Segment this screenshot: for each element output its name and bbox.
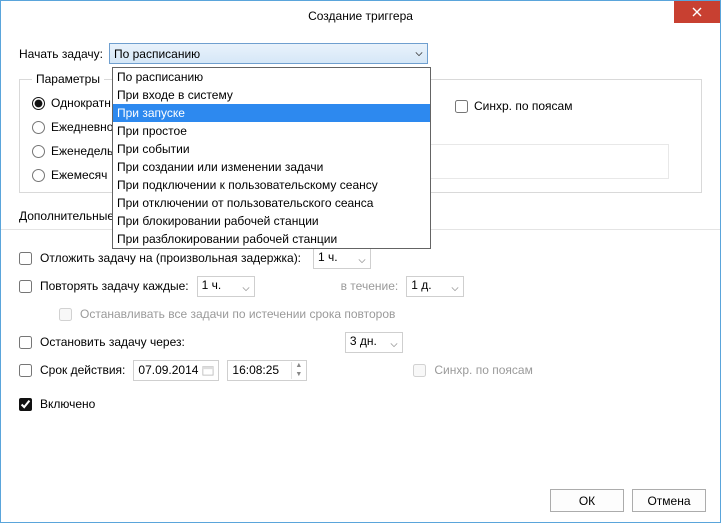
delay-select[interactable]: 1 ч. (313, 248, 371, 269)
delay-value: 1 ч. (318, 250, 338, 264)
stop-all-label: Останавливать все задачи по истечении ср… (80, 307, 395, 321)
expire-time-value: 16:08:25 (232, 363, 279, 377)
repeat-select[interactable]: 1 ч. (197, 276, 255, 297)
schedule-radio-input[interactable] (32, 169, 45, 182)
chevron-down-icon (415, 47, 423, 61)
titlebar: Создание триггера (1, 1, 720, 31)
expire-time[interactable]: 16:08:25 ▲▼ (227, 360, 307, 381)
cancel-button[interactable]: Отмена (632, 489, 706, 512)
window-title: Создание триггера (308, 9, 413, 23)
enabled-checkbox[interactable] (19, 398, 32, 411)
stop-after-checkbox[interactable] (19, 336, 32, 349)
schedule-radio-input[interactable] (32, 145, 45, 158)
chevron-down-icon (358, 254, 366, 268)
schedule-radio-label: Еженедель (51, 144, 113, 158)
expire-sync-checkbox (413, 364, 426, 377)
schedule-radio-label: Ежедневно (51, 120, 113, 134)
dropdown-option[interactable]: При подключении к пользовательскому сеан… (113, 176, 430, 194)
repeat-checkbox[interactable] (19, 280, 32, 293)
begin-task-label: Начать задачу: (19, 47, 103, 61)
expire-date-value: 07.09.2014 (138, 363, 198, 377)
sync-timezones: Синхр. по поясам (455, 99, 572, 113)
ok-button[interactable]: ОК (550, 489, 624, 512)
close-icon (692, 7, 702, 17)
dropdown-option[interactable]: При запуске (113, 104, 430, 122)
parameters-legend: Параметры (32, 72, 104, 86)
schedule-radio-input[interactable] (32, 121, 45, 134)
expire-checkbox[interactable] (19, 364, 32, 377)
repeat-duration-select[interactable]: 1 д. (406, 276, 464, 297)
dropdown-option[interactable]: При простое (113, 122, 430, 140)
dropdown-option[interactable]: При создании или изменении задачи (113, 158, 430, 176)
schedule-radio-input[interactable] (32, 97, 45, 110)
dropdown-option[interactable]: При блокировании рабочей станции (113, 212, 430, 230)
calendar-icon (202, 363, 214, 377)
chevron-down-icon (451, 282, 459, 296)
dropdown-option[interactable]: При входе в систему (113, 86, 430, 104)
sync-checkbox[interactable] (455, 100, 468, 113)
delay-label: Отложить задачу на (произвольная задержк… (40, 251, 301, 265)
sync-label: Синхр. по поясам (474, 99, 572, 113)
schedule-radio-label: Однократн (51, 96, 111, 110)
enabled-label: Включено (40, 397, 95, 411)
schedule-radio-label: Ежемесяч (51, 168, 107, 182)
expire-sync-label: Синхр. по поясам (434, 363, 532, 377)
expire-date[interactable]: 07.09.2014 (133, 360, 219, 381)
repeat-value: 1 ч. (202, 278, 222, 292)
dropdown-option[interactable]: При событии (113, 140, 430, 158)
repeat-duration-label: в течение: (341, 279, 399, 293)
stop-all-checkbox (59, 308, 72, 321)
dropdown-option[interactable]: При разблокировании рабочей станции (113, 230, 430, 248)
repeat-label: Повторять задачу каждые: (40, 279, 189, 293)
stop-after-label: Остановить задачу через: (40, 335, 185, 349)
delay-checkbox[interactable] (19, 252, 32, 265)
stop-after-value: 3 дн. (350, 334, 377, 348)
begin-task-dropdown[interactable]: По расписаниюПри входе в системуПри запу… (112, 67, 431, 249)
close-button[interactable] (674, 1, 720, 23)
dropdown-option[interactable]: По расписанию (113, 68, 430, 86)
stop-after-select[interactable]: 3 дн. (345, 332, 403, 353)
dropdown-option[interactable]: При отключении от пользовательского сеан… (113, 194, 430, 212)
expire-label: Срок действия: (40, 363, 125, 377)
begin-task-combo[interactable]: По расписанию (109, 43, 428, 64)
chevron-down-icon (242, 282, 250, 296)
repeat-duration-value: 1 д. (411, 278, 431, 292)
time-spinner[interactable]: ▲▼ (291, 362, 305, 379)
begin-task-selected: По расписанию (114, 47, 200, 61)
chevron-down-icon (390, 338, 398, 352)
